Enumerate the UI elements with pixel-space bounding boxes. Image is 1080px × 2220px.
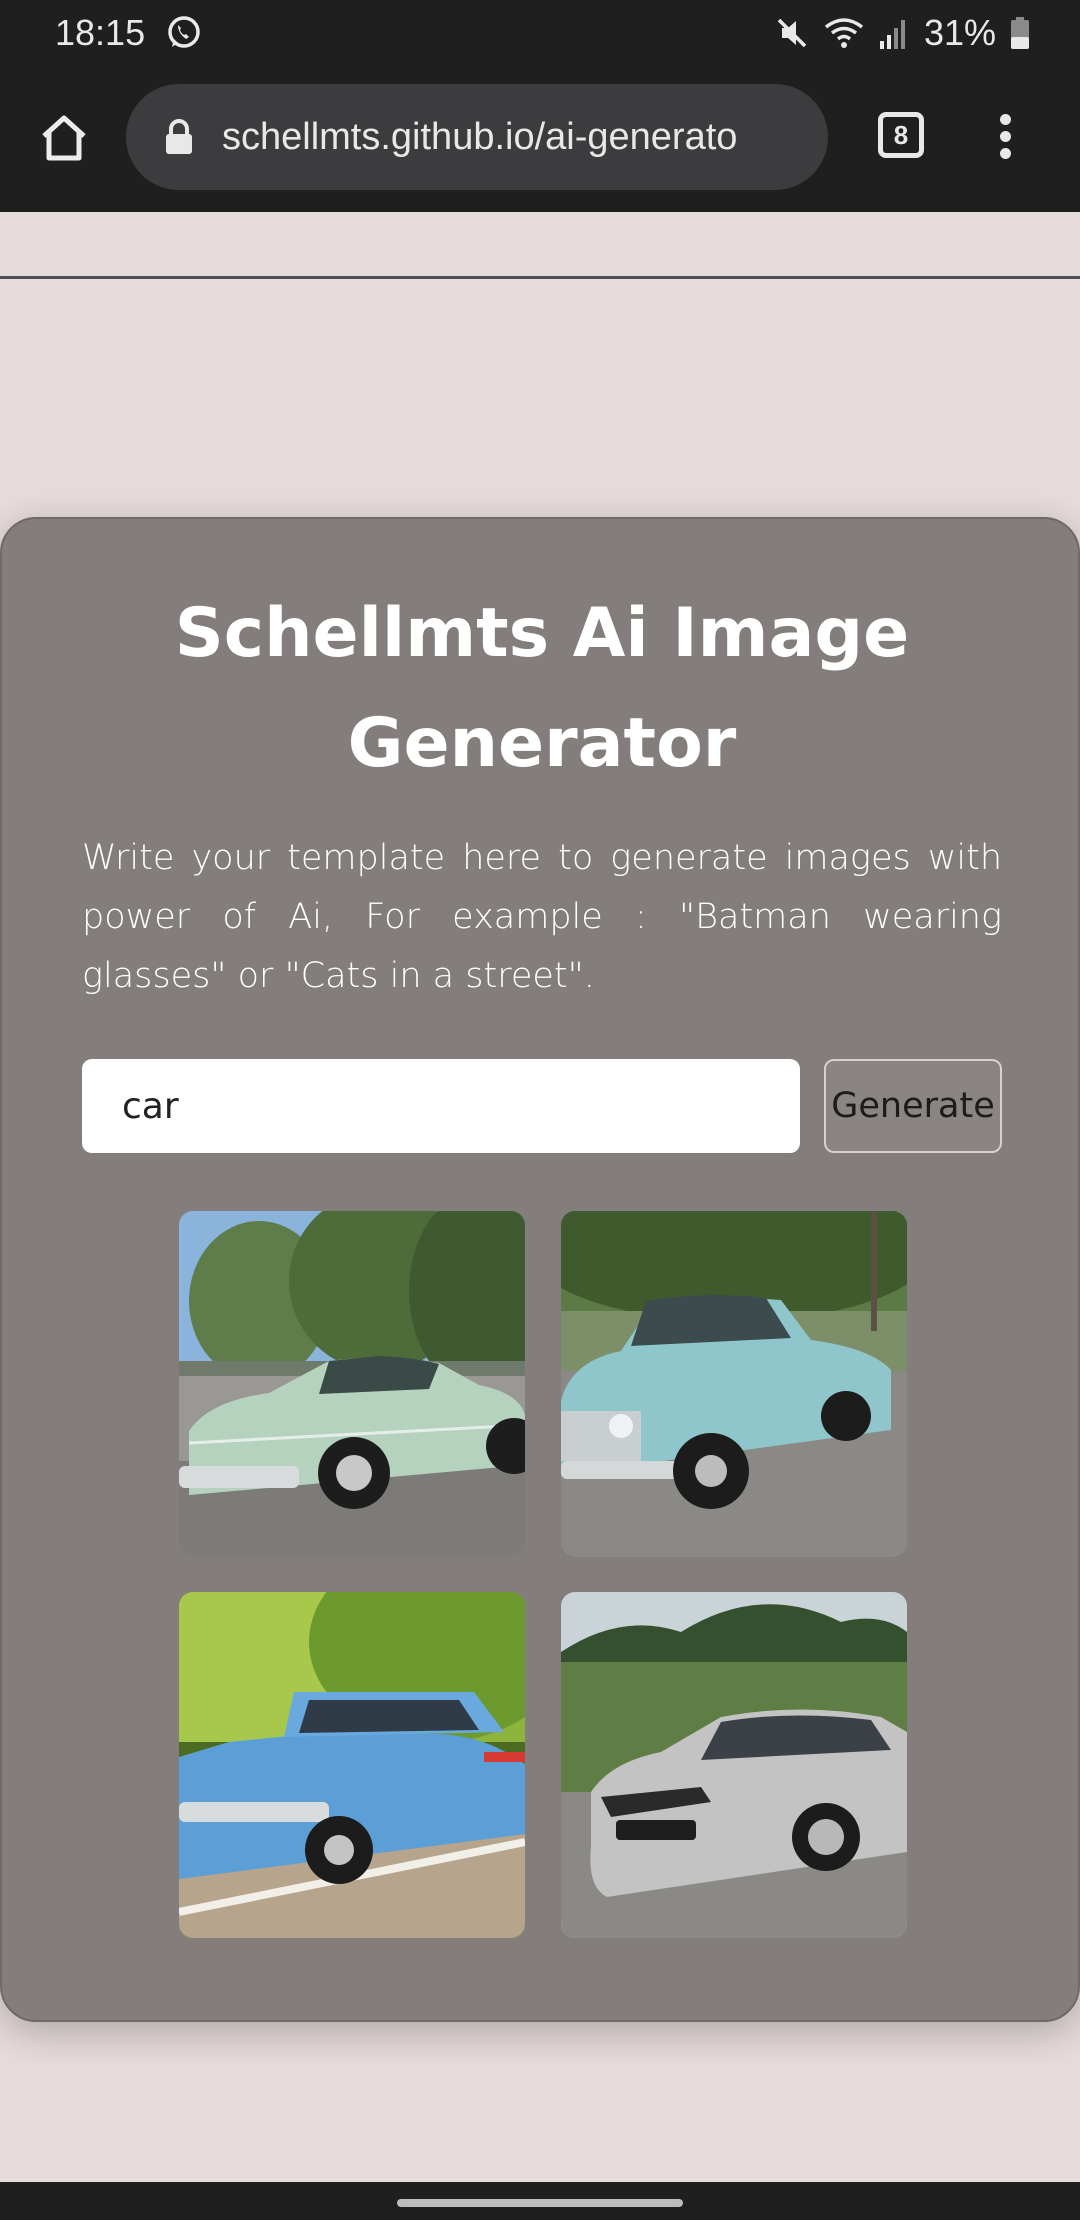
page-title: Schellmts Ai Image Generator [174,594,910,783]
more-menu-icon[interactable] [990,110,1020,166]
prompt-input[interactable] [82,1059,800,1153]
whatsapp-icon [168,16,200,48]
wifi-icon [824,18,864,48]
url-text[interactable]: schellmts.github.io/ai-generato [222,116,737,159]
browser-toolbar: schellmts.github.io/ai-generato 8 [0,66,1080,279]
status-time: 18:15 [55,12,146,53]
image-grid [179,1211,907,1939]
tabs-icon[interactable]: 8 [878,112,924,158]
home-gesture-handle[interactable] [397,2199,683,2207]
generated-image[interactable] [561,1211,907,1557]
generator-card: Schellmts Ai Image Generator Write your … [0,517,1080,2022]
toolbar-divider [0,276,1080,279]
generated-image[interactable] [561,1592,907,1938]
generated-image[interactable] [179,1592,525,1938]
status-bar: 18:15 31% [0,0,1080,66]
generate-button[interactable]: Generate [824,1059,1002,1153]
mute-icon [777,18,807,48]
url-bar[interactable]: schellmts.github.io/ai-generato [126,84,828,190]
battery-percent: 31% [923,12,996,53]
signal-icon [879,20,905,49]
battery-icon [1011,17,1029,49]
status-icons: 31% [774,12,1030,54]
lock-icon [166,119,192,154]
generated-image[interactable] [179,1211,525,1557]
system-nav-bar [0,2182,1080,2220]
description-text: Write your template here to generate ima… [82,838,1002,996]
home-icon[interactable] [36,110,92,166]
